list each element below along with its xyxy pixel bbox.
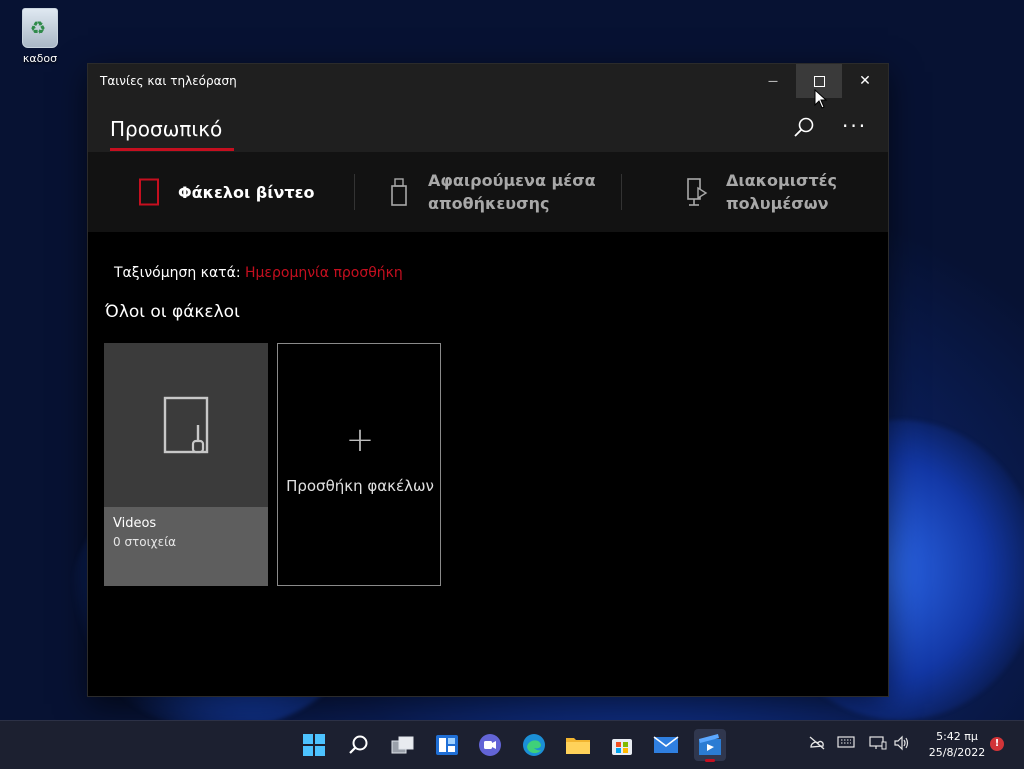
clock-time: 5:42 πμ bbox=[936, 730, 978, 743]
recycle-bin-desktop-icon[interactable]: ♻ καδοσ bbox=[14, 8, 66, 65]
sort-label: Ταξινόμηση κατά: bbox=[114, 265, 241, 281]
task-view-icon bbox=[391, 736, 414, 754]
volume-icon[interactable] bbox=[893, 735, 911, 751]
active-tab-indicator bbox=[110, 148, 234, 151]
microsoft-store-button[interactable] bbox=[606, 729, 638, 761]
recycle-bin-label: καδοσ bbox=[22, 52, 58, 65]
section-title: Όλοι οι φάκελοι bbox=[105, 302, 240, 322]
close-icon: ✕ bbox=[859, 73, 871, 89]
folder-name: Videos bbox=[113, 516, 157, 531]
movies-tv-window: Ταινίες και τηλεόραση — ✕ Προσωπικό ··· … bbox=[88, 64, 888, 696]
movies-tv-icon bbox=[699, 734, 721, 755]
sort-control[interactable]: Ταξινόμηση κατά: Ημερομηνία προσθήκη bbox=[114, 265, 403, 281]
tab-personal[interactable]: Προσωπικό bbox=[110, 117, 222, 141]
file-explorer-button[interactable] bbox=[562, 729, 594, 761]
mouse-cursor-icon bbox=[814, 89, 828, 109]
notification-badge[interactable]: ! bbox=[990, 737, 1004, 751]
folder-icon bbox=[566, 738, 590, 754]
nav-removable-storage-line2: αποθήκευσης bbox=[428, 194, 550, 213]
maximize-icon bbox=[813, 75, 825, 87]
folder-meta: Videos 0 στοιχεία bbox=[104, 507, 268, 586]
nav-divider bbox=[621, 174, 622, 210]
widgets-icon bbox=[436, 735, 458, 755]
folder-item-count: 0 στοιχεία bbox=[113, 535, 177, 549]
store-icon bbox=[612, 739, 632, 755]
task-view-button[interactable] bbox=[387, 729, 419, 761]
nav-media-servers[interactable]: Διακομιστές πολυμέσων bbox=[686, 152, 837, 232]
nav-divider bbox=[354, 174, 355, 210]
nav-removable-storage-line1: Αφαιρούμενα μέσα bbox=[428, 171, 596, 190]
more-options-icon[interactable]: ··· bbox=[842, 114, 867, 138]
nav-video-folders-label: Φάκελοι βίντεο bbox=[178, 182, 315, 202]
search-icon[interactable] bbox=[793, 116, 815, 138]
window-title: Ταινίες και τηλεόραση bbox=[100, 74, 237, 88]
media-server-icon bbox=[687, 178, 708, 206]
folder-tile-videos[interactable]: Videos 0 στοιχεία bbox=[104, 343, 268, 586]
system-clock[interactable]: 5:42 πμ 25/8/2022 bbox=[920, 729, 994, 761]
display-network-icon[interactable] bbox=[869, 735, 887, 751]
edge-browser-button[interactable] bbox=[518, 729, 550, 761]
recycle-bin-icon: ♻ bbox=[22, 8, 58, 48]
keyboard-icon[interactable] bbox=[837, 735, 855, 749]
movies-tv-taskbar-button[interactable] bbox=[694, 729, 726, 762]
video-folder-icon bbox=[139, 178, 159, 206]
plus-icon: + bbox=[345, 420, 375, 460]
taskbar-search-button[interactable] bbox=[343, 729, 375, 761]
start-button[interactable] bbox=[298, 729, 330, 761]
mail-button[interactable] bbox=[650, 729, 682, 761]
nav-removable-storage[interactable]: Αφαιρούμενα μέσα αποθήκευσης bbox=[390, 152, 596, 232]
usb-drive-icon bbox=[391, 178, 407, 206]
add-folders-label: Προσθήκη φακέλων bbox=[286, 477, 434, 495]
nav-media-servers-line1: Διακομιστές bbox=[726, 171, 838, 190]
chat-icon bbox=[479, 734, 501, 756]
mail-icon bbox=[653, 736, 679, 753]
clock-date: 25/8/2022 bbox=[928, 746, 986, 759]
teams-chat-button[interactable] bbox=[474, 729, 506, 761]
network-offline-icon[interactable] bbox=[808, 735, 826, 751]
widgets-button[interactable] bbox=[431, 729, 463, 761]
search-icon bbox=[349, 735, 368, 754]
source-nav: Φάκελοι βίντεο Αφαιρούμενα μέσα αποθήκευ… bbox=[88, 152, 888, 232]
windows-logo-icon bbox=[303, 734, 325, 756]
video-file-icon bbox=[163, 396, 209, 454]
add-folders-button[interactable]: + Προσθήκη φακέλων bbox=[277, 343, 441, 586]
active-app-indicator bbox=[705, 759, 715, 762]
folder-thumbnail bbox=[104, 343, 268, 507]
title-bar[interactable]: Ταινίες και τηλεόραση — ✕ bbox=[88, 64, 888, 98]
app-header: Προσωπικό ··· bbox=[88, 98, 888, 152]
minimize-button[interactable]: — bbox=[750, 64, 796, 98]
close-button[interactable]: ✕ bbox=[842, 64, 888, 98]
nav-media-servers-line2: πολυμέσων bbox=[726, 194, 829, 213]
minimize-icon: — bbox=[768, 75, 778, 87]
edge-icon bbox=[523, 734, 545, 756]
taskbar: 5:42 πμ 25/8/2022 ! bbox=[0, 720, 1024, 769]
sort-value[interactable]: Ημερομηνία προσθήκη bbox=[245, 265, 403, 281]
nav-video-folders[interactable]: Φάκελοι βίντεο bbox=[138, 152, 314, 232]
